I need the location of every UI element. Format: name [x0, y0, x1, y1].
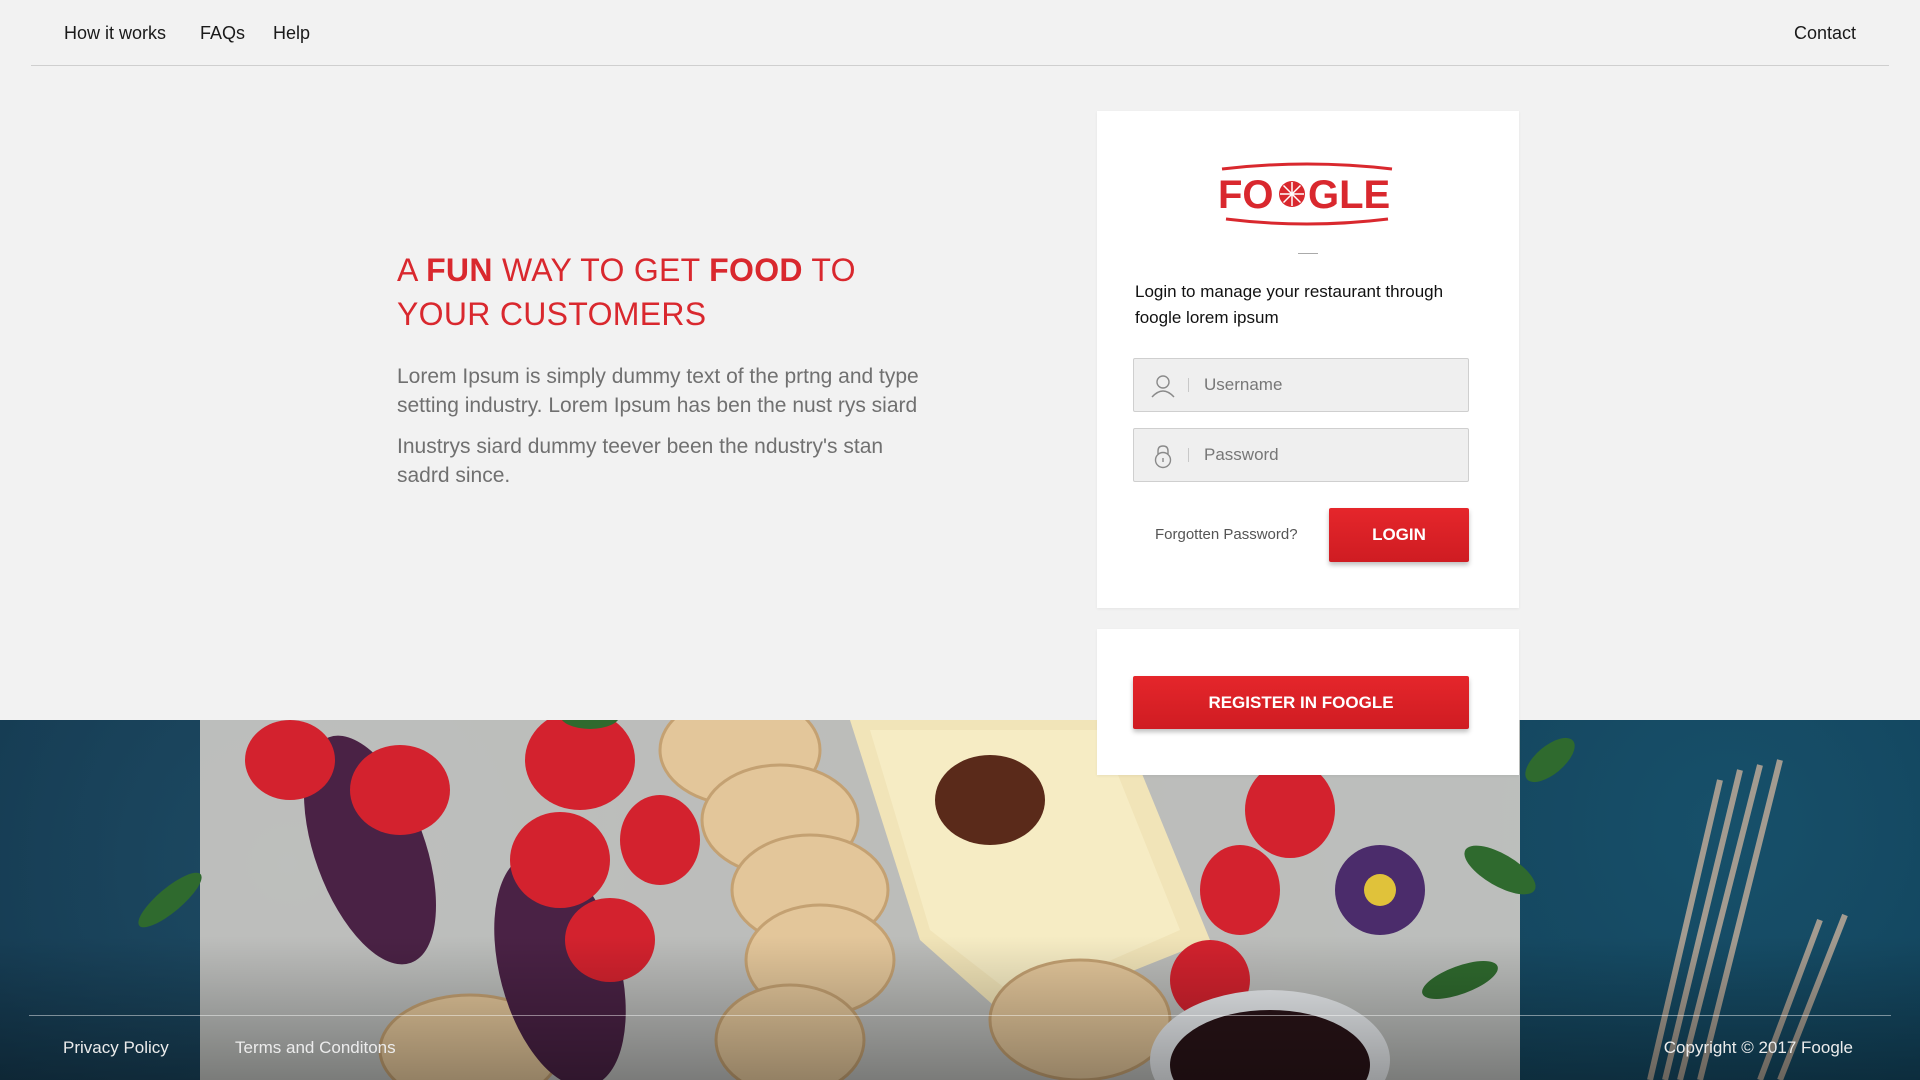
nav-help[interactable]: Help: [273, 23, 310, 44]
headline-part2: WAY TO GET: [492, 252, 710, 288]
nav-faqs[interactable]: FAQs: [200, 23, 245, 44]
logo-text: FO: [1218, 173, 1274, 217]
field-separator: [1188, 378, 1189, 392]
forgot-password-link[interactable]: Forgotten Password?: [1155, 526, 1298, 543]
headline-food: FOOD: [709, 252, 803, 288]
copyright-text: Copyright © 2017 Foogle: [1663, 1038, 1853, 1057]
hero-paragraph-2: Inustrys siard dummy teever been the ndu…: [397, 435, 884, 487]
headline-fun: FUN: [426, 252, 493, 288]
user-icon: [1151, 375, 1175, 398]
register-button[interactable]: REGISTER IN FOOGLE: [1133, 676, 1469, 729]
headline-part1: A: [397, 252, 427, 288]
username-field[interactable]: [1133, 358, 1469, 412]
lock-icon: [1154, 445, 1172, 469]
footer-divider: [29, 1015, 1891, 1016]
hero: A FUN WAY TO GET FOOD TO YOUR CUSTOMERS …: [397, 248, 927, 490]
hero-headline: A FUN WAY TO GET FOOD TO YOUR CUSTOMERS: [397, 248, 927, 336]
privacy-policy-link[interactable]: Privacy Policy: [63, 1038, 169, 1058]
nav-contact[interactable]: Contact: [1794, 23, 1856, 44]
register-card: REGISTER IN FOOGLE: [1097, 629, 1519, 775]
hero-paragraph-1: Lorem Ipsum is simply dummy text of the …: [397, 365, 919, 417]
svg-text:GLE: GLE: [1308, 173, 1390, 217]
login-card: FO GLE Login to manage your restaurant t…: [1097, 111, 1519, 608]
password-field[interactable]: [1133, 428, 1469, 482]
top-nav: How it works FAQs Help Contact: [31, 0, 1889, 66]
password-input[interactable]: [1204, 429, 1454, 481]
food-shade-overlay: [0, 720, 1920, 1080]
logo-divider: [1298, 253, 1318, 254]
nav-how-it-works[interactable]: How it works: [64, 23, 166, 44]
terms-link[interactable]: Terms and Conditons: [235, 1038, 396, 1058]
foogle-logo: FO GLE: [1218, 162, 1393, 226]
username-input[interactable]: [1204, 359, 1454, 411]
field-separator: [1188, 448, 1189, 462]
login-intro-text: Login to manage your restaurant through …: [1135, 282, 1444, 327]
food-background-image: [0, 720, 1920, 1080]
login-button[interactable]: LOGIN: [1329, 508, 1469, 562]
